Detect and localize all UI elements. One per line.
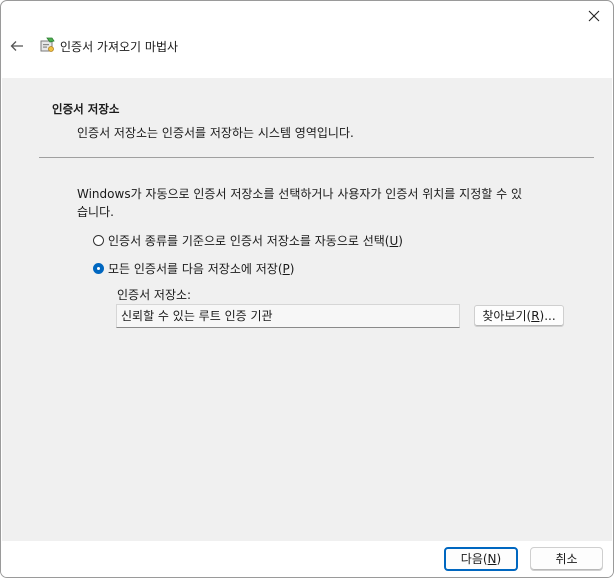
browse-button[interactable]: 찾아보기(R)... [474,305,564,327]
intro-text: Windows가 자동으로 인증서 저장소를 선택하거나 사용자가 인증서 위치… [77,185,557,221]
radio-manual-label: 모든 인증서를 다음 저장소에 저장(P) [108,262,295,276]
radio-checked[interactable] [93,263,104,274]
close-button[interactable] [585,7,603,25]
store-label: 인증서 저장소: [117,288,192,302]
divider [39,157,594,158]
wizard-window: 인증서 가져오기 마법사 인증서 저장소 인증서 저장소는 인증서를 저장하는 … [0,0,614,578]
back-button[interactable] [9,38,25,54]
wizard-content: 인증서 저장소 인증서 저장소는 인증서를 저장하는 시스템 영역입니다. Wi… [2,78,612,541]
intro-line-2: 습니다. [77,205,114,219]
page-title: 인증서 저장소 [52,102,120,116]
radio-place-in-store[interactable]: 모든 인증서를 다음 저장소에 저장(P) [93,260,294,277]
wizard-footer: 다음(N) 취소 [1,541,613,577]
cancel-button[interactable]: 취소 [530,547,603,571]
intro-line-1: Windows가 자동으로 인증서 저장소를 선택하거나 사용자가 인증서 위치… [77,187,522,201]
next-button[interactable]: 다음(N) [444,547,518,571]
back-arrow-icon [10,41,23,51]
page-description: 인증서 저장소는 인증서를 저장하는 시스템 영역입니다. [77,126,354,140]
close-icon [588,10,600,22]
radio-auto-select-store[interactable]: 인증서 종류를 기준으로 인증서 저장소를 자동으로 선택(U) [93,232,403,249]
wizard-title: 인증서 가져오기 마법사 [60,40,179,54]
radio-auto-label: 인증서 종류를 기준으로 인증서 저장소를 자동으로 선택(U) [108,234,403,248]
radio-unchecked[interactable] [93,235,104,246]
store-field[interactable]: 신뢰할 수 있는 루트 인증 기관 [116,304,460,328]
certificate-wizard-icon [40,37,55,52]
